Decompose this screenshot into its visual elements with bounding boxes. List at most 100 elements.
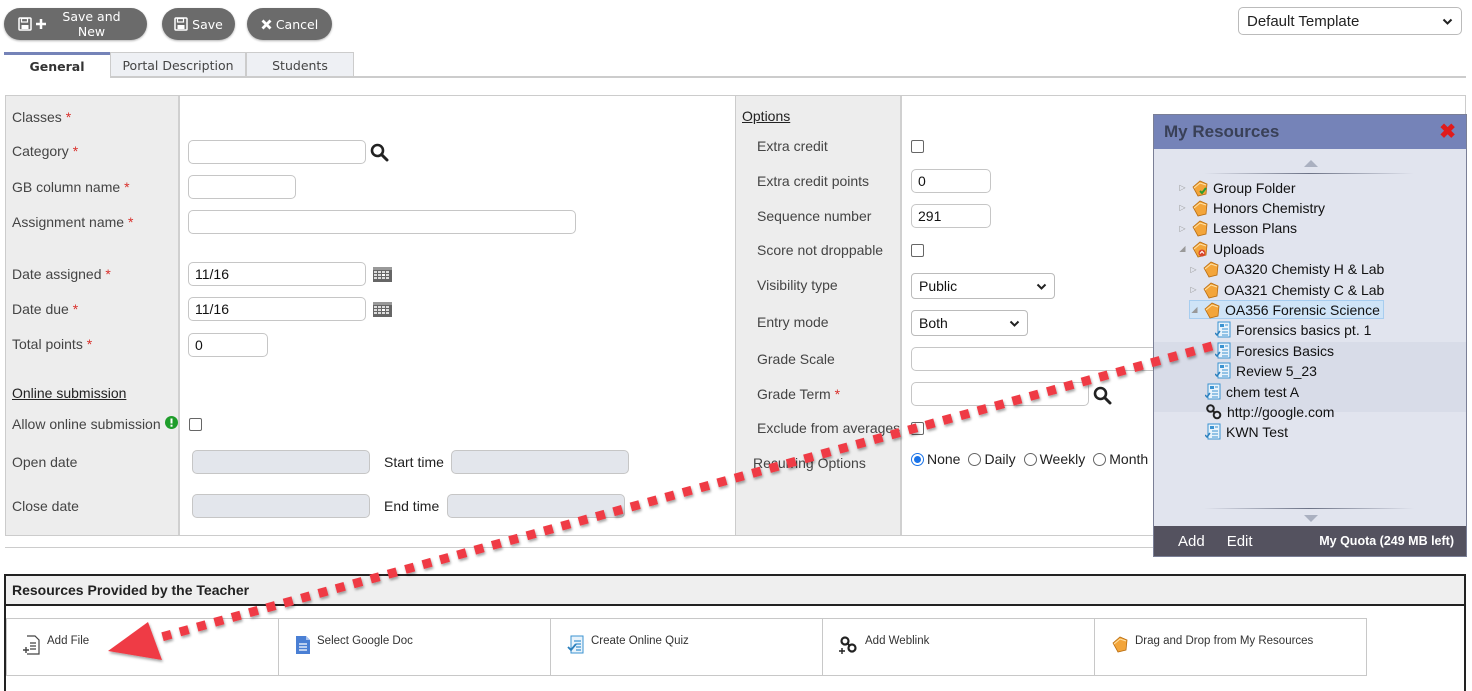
tree-node[interactable]: ▷ OA320 Chemisty H & Lab (1189, 260, 1384, 279)
save-and-new-button[interactable]: Save and New (4, 8, 147, 40)
info-icon[interactable] (164, 416, 178, 432)
collapsed-triangle-icon[interactable]: ▷ (1189, 265, 1198, 274)
tree-node[interactable]: ◢ OA356 Forensic Science (1189, 300, 1384, 320)
date-assigned-label: Date assigned * (12, 266, 111, 282)
close-icon[interactable]: ✖ (1439, 122, 1456, 142)
start-time-input[interactable] (451, 450, 629, 474)
radio-weekly[interactable] (1023, 452, 1037, 466)
expanded-triangle-icon[interactable]: ◢ (1178, 244, 1187, 253)
radio-monthly[interactable] (1093, 452, 1107, 466)
sequence-number-label: Sequence number (757, 208, 872, 224)
add-file-tile[interactable]: Add File (6, 618, 279, 676)
tab-general[interactable]: General (4, 52, 110, 77)
folder-icon (1202, 281, 1220, 299)
folder-icon (1191, 199, 1209, 217)
grade-term-input[interactable] (911, 382, 1089, 406)
date-due-input[interactable]: 11/16 (188, 297, 366, 321)
link-icon (1205, 403, 1223, 421)
grade-term-search-icon[interactable] (1093, 386, 1112, 408)
collapsed-triangle-icon[interactable]: ▷ (1178, 203, 1187, 212)
quiz-icon (1215, 342, 1232, 360)
my-resources-header[interactable]: My Resources ✖ (1154, 115, 1466, 149)
scroll-up-icon[interactable] (1304, 160, 1318, 167)
extra-credit-label: Extra credit (757, 138, 828, 154)
extra-credit-checkbox[interactable] (911, 140, 924, 153)
category-search-icon[interactable] (370, 143, 389, 165)
extra-credit-points-input[interactable]: 0 (911, 169, 991, 193)
save-label: Save (192, 16, 223, 32)
teacher-resources-section: Resources Provided by the Teacher Add Fi… (4, 574, 1466, 691)
scroll-down-icon[interactable] (1304, 515, 1318, 522)
quiz-icon (1215, 362, 1232, 380)
quiz-icon (567, 635, 585, 658)
recurring-option-monthly[interactable]: Month (1093, 451, 1148, 467)
add-weblink-tile[interactable]: Add Weblink (822, 618, 1095, 676)
chevron-down-icon (1442, 13, 1453, 30)
tree-node[interactable]: ▷ Honors Chemistry (1178, 198, 1325, 217)
tree-node-label: OA321 Chemisty C & Lab (1224, 281, 1385, 298)
tree-node[interactable]: ▷ Lesson Plans (1178, 219, 1297, 238)
tree-node[interactable]: KWN Test (1205, 423, 1288, 442)
my-resources-title: My Resources (1164, 122, 1280, 141)
folder-icon (1191, 240, 1209, 258)
chevron-down-icon (1009, 315, 1020, 331)
close-date-input[interactable] (192, 494, 370, 518)
create-online-quiz-tile[interactable]: Create Online Quiz (550, 618, 823, 676)
sequence-number-input[interactable]: 291 (911, 204, 991, 228)
plus-icon (36, 19, 46, 29)
cancel-button[interactable]: Cancel (247, 8, 332, 40)
tree-node[interactable]: Review 5_23 (1215, 362, 1317, 381)
tree-node[interactable]: ◢ Uploads (1178, 239, 1264, 258)
allow-online-submission-checkbox[interactable] (189, 418, 202, 431)
recurring-option-weekly[interactable]: Weekly (1023, 451, 1085, 467)
calendar-icon[interactable] (373, 267, 392, 285)
category-input[interactable] (188, 140, 366, 164)
exclude-from-averages-label: Exclude from averages (757, 420, 901, 436)
gb-column-name-input[interactable] (188, 175, 296, 199)
recurring-options-label: Recurring Options (753, 455, 866, 471)
save-button[interactable]: Save (162, 8, 235, 40)
open-date-input[interactable] (192, 450, 370, 474)
recurring-option-daily[interactable]: Daily (968, 451, 1016, 467)
collapsed-triangle-icon[interactable]: ▷ (1178, 183, 1187, 192)
entry-mode-select[interactable]: Both (911, 310, 1028, 336)
end-time-input[interactable] (447, 494, 625, 518)
visibility-type-value: Public (919, 278, 958, 294)
template-select[interactable]: Default Template (1238, 7, 1462, 35)
radio-daily[interactable] (968, 452, 982, 466)
tree-node[interactable]: chem test A (1205, 382, 1299, 401)
exclude-from-averages-checkbox[interactable] (911, 422, 924, 435)
tab-students[interactable]: Students (246, 52, 354, 77)
expanded-triangle-icon[interactable]: ◢ (1190, 305, 1199, 314)
scroll-top-divider (1204, 173, 1414, 174)
grade-scale-input[interactable] (911, 347, 1171, 371)
date-assigned-input[interactable]: 11/16 (188, 262, 366, 286)
chevron-down-icon (1036, 278, 1047, 294)
my-resources-footer: Add Edit My Quota (249 MB left) (1154, 526, 1466, 556)
google-doc-icon (295, 635, 311, 658)
radio-none[interactable] (911, 452, 924, 466)
tree-node[interactable]: ▷ Group Folder (1178, 178, 1295, 197)
collapsed-triangle-icon[interactable]: ▷ (1189, 285, 1198, 294)
recurring-option-none[interactable]: None (911, 451, 960, 467)
collapsed-triangle-icon[interactable]: ▷ (1178, 224, 1187, 233)
cancel-label: Cancel (275, 16, 319, 32)
tab-portal-description[interactable]: Portal Description (110, 52, 246, 77)
tree-node[interactable]: http://google.com (1205, 402, 1334, 421)
tree-node[interactable]: ▷ OA321 Chemisty C & Lab (1189, 280, 1384, 299)
add-resource-link[interactable]: Add (1178, 533, 1205, 550)
tree-node[interactable]: Forensics basics pt. 1 (1215, 321, 1371, 340)
visibility-type-select[interactable]: Public (911, 273, 1055, 299)
assignment-name-input[interactable] (188, 210, 576, 234)
score-not-droppable-checkbox[interactable] (911, 244, 924, 257)
quiz-icon (1205, 383, 1222, 401)
tree-node[interactable]: Foresics Basics (1215, 341, 1334, 360)
drag-drop-tile[interactable]: Drag and Drop from My Resources (1094, 618, 1367, 676)
assignment-name-label: Assignment name * (12, 214, 134, 230)
calendar-icon[interactable] (373, 302, 392, 320)
edit-resource-link[interactable]: Edit (1227, 533, 1253, 550)
tab-students-label: Students (272, 57, 328, 73)
teacher-resources-title: Resources Provided by the Teacher (6, 576, 1464, 606)
total-points-input[interactable]: 0 (188, 333, 268, 357)
select-google-doc-tile[interactable]: Select Google Doc (278, 618, 551, 676)
